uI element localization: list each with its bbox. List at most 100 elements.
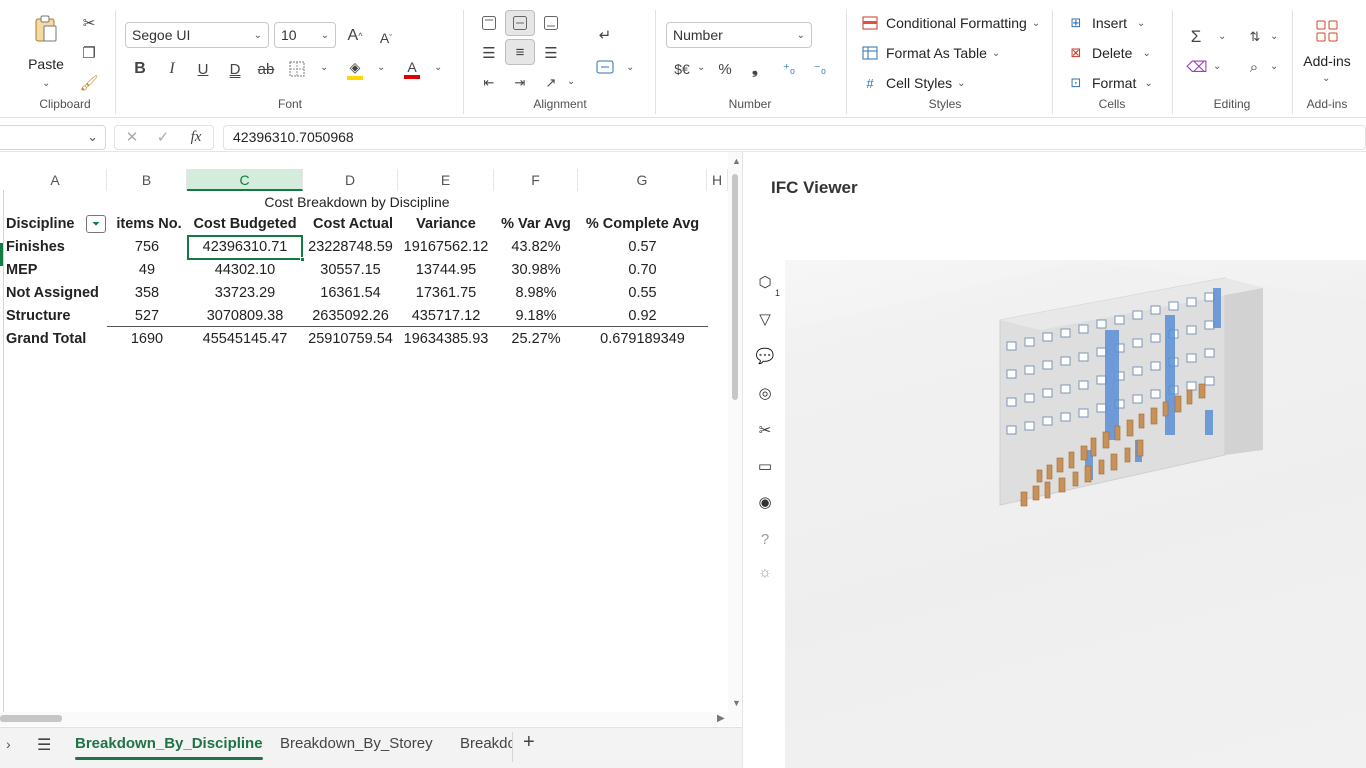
- column-header-b[interactable]: B: [107, 169, 187, 191]
- column-header-d[interactable]: D: [303, 169, 398, 191]
- column-header-g[interactable]: G: [578, 169, 707, 191]
- conditional-formatting-button[interactable]: Conditional Formatting ⌄: [861, 15, 1040, 31]
- tab-breakdown-by-storey[interactable]: Breakdown_By_Storey: [280, 735, 433, 752]
- number-format-combo[interactable]: Number ⌄: [666, 22, 812, 48]
- hscroll-thumb[interactable]: [0, 715, 62, 722]
- header-discipline[interactable]: Discipline: [6, 213, 75, 236]
- table-cell[interactable]: 0.70: [578, 259, 707, 282]
- header-cost-budgeted[interactable]: Cost Budgeted: [187, 213, 303, 236]
- column-header-a[interactable]: A: [4, 169, 107, 191]
- table-cell[interactable]: 1690: [107, 328, 187, 351]
- table-cell[interactable]: 30557.15: [303, 259, 398, 282]
- table-cell[interactable]: 756: [107, 236, 187, 259]
- name-box[interactable]: ⌄: [0, 125, 106, 150]
- column-header-c[interactable]: C: [187, 169, 303, 191]
- add-sheet-button[interactable]: +: [523, 731, 535, 754]
- table-cell[interactable]: 17361.75: [398, 282, 494, 305]
- scroll-thumb[interactable]: [732, 174, 738, 400]
- table-cell[interactable]: 19167562.12: [398, 236, 494, 259]
- insert-function-icon[interactable]: fx: [182, 127, 210, 147]
- table-cell[interactable]: 0.92: [578, 305, 707, 328]
- clear-icon[interactable]: ⌫: [1186, 56, 1208, 78]
- insert-button[interactable]: ⊞ Insert ⌄: [1067, 15, 1146, 31]
- align-bottom-icon[interactable]: [540, 12, 562, 34]
- format-painter-icon[interactable]: 🖌: [78, 72, 100, 94]
- chevron-down-icon[interactable]: ⌄: [567, 76, 575, 87]
- table-cell[interactable]: 13744.95: [398, 259, 494, 282]
- copy-icon[interactable]: ❐: [78, 42, 100, 64]
- header-items-no[interactable]: items No.: [107, 213, 191, 236]
- header-var-avg[interactable]: % Var Avg: [494, 213, 578, 236]
- column-header-f[interactable]: F: [494, 169, 578, 191]
- horizontal-scrollbar[interactable]: ▶: [0, 712, 742, 726]
- table-cell[interactable]: 30.98%: [494, 259, 578, 282]
- section-plane-icon[interactable]: ▭: [753, 454, 777, 478]
- increase-indent-icon[interactable]: ⇥: [509, 72, 531, 94]
- scroll-right-icon[interactable]: ▶: [717, 713, 725, 724]
- all-sheets-menu-icon[interactable]: ☰: [37, 735, 51, 755]
- table-cell[interactable]: 49: [107, 259, 187, 282]
- orientation-icon[interactable]: ↗: [540, 72, 562, 94]
- chevron-down-icon[interactable]: ⌄: [377, 62, 385, 73]
- help-icon[interactable]: ?: [753, 527, 777, 551]
- header-complete-avg[interactable]: % Complete Avg: [578, 213, 707, 236]
- cell-styles-button[interactable]: # Cell Styles ⌄: [861, 75, 965, 91]
- chevron-right-icon[interactable]: ›: [6, 736, 11, 752]
- percent-icon[interactable]: %: [714, 58, 736, 80]
- chevron-down-icon[interactable]: ⌄: [1213, 61, 1221, 72]
- bold-icon[interactable]: B: [129, 58, 151, 80]
- chevron-down-icon[interactable]: ⌄: [434, 62, 442, 73]
- render-mode-icon[interactable]: ◉: [753, 490, 777, 514]
- chevron-down-icon[interactable]: ⌄: [1218, 31, 1226, 42]
- table-cell[interactable]: 16361.54: [303, 282, 398, 305]
- decrease-indent-icon[interactable]: ⇤: [478, 72, 500, 94]
- decrease-decimal-icon[interactable]: ⁻₀: [809, 58, 831, 80]
- align-middle-icon[interactable]: [505, 10, 535, 36]
- comma-style-icon[interactable]: ❟: [744, 58, 766, 80]
- table-cell[interactable]: 0.55: [578, 282, 707, 305]
- tab-breakdown-truncated[interactable]: Breakdown: [460, 728, 512, 768]
- find-select-icon[interactable]: ⌕: [1243, 56, 1265, 78]
- viewer-canvas[interactable]: [785, 260, 1366, 768]
- table-cell[interactable]: 358: [107, 282, 187, 305]
- align-left-icon[interactable]: ☰: [478, 42, 500, 64]
- italic-icon[interactable]: I: [161, 58, 183, 80]
- chevron-down-icon[interactable]: ⌄: [626, 62, 634, 73]
- scissors-icon[interactable]: ✂: [753, 418, 777, 442]
- align-top-icon[interactable]: [478, 12, 500, 34]
- table-cell[interactable]: 43.82%: [494, 236, 578, 259]
- check-circle-icon[interactable]: ◎: [753, 381, 777, 405]
- borders-icon[interactable]: [286, 58, 308, 80]
- enter-icon[interactable]: ✓: [153, 127, 173, 147]
- delete-button[interactable]: ⊠ Delete ⌄: [1067, 45, 1151, 61]
- currency-icon[interactable]: $€: [670, 58, 694, 80]
- table-cell[interactable]: 25.27%: [494, 328, 578, 351]
- align-center-icon[interactable]: ≡: [505, 39, 535, 65]
- table-cell[interactable]: 527: [107, 305, 187, 328]
- increase-font-icon[interactable]: A ^: [343, 24, 367, 48]
- vertical-scrollbar[interactable]: ▲ ▼: [728, 152, 742, 712]
- wrap-text-icon[interactable]: ↵: [594, 24, 616, 46]
- scroll-down-icon[interactable]: ▼: [732, 698, 741, 708]
- format-as-table-button[interactable]: Format As Table ⌄: [861, 45, 1000, 61]
- font-color-icon[interactable]: A: [400, 56, 424, 82]
- building-model-3d[interactable]: [785, 260, 1366, 768]
- model-tree-icon[interactable]: ⬡ 1: [753, 270, 780, 298]
- filter-icon[interactable]: ▽: [753, 307, 777, 331]
- row-label-structure[interactable]: Structure: [6, 305, 70, 328]
- font-size-combo[interactable]: 10 ⌄: [274, 22, 336, 48]
- header-variance[interactable]: Variance: [398, 213, 494, 236]
- column-header-e[interactable]: E: [398, 169, 494, 191]
- table-cell[interactable]: 45545145.47: [187, 328, 303, 351]
- autosum-icon[interactable]: Σ: [1185, 26, 1207, 48]
- chevron-down-icon[interactable]: ⌄: [1270, 61, 1278, 72]
- table-cell[interactable]: 33723.29: [187, 282, 303, 305]
- merge-center-icon[interactable]: [594, 56, 616, 78]
- decrease-font-icon[interactable]: Aˇ: [374, 26, 398, 50]
- table-cell[interactable]: 0.57: [578, 236, 707, 259]
- chevron-down-icon[interactable]: ⌄: [1270, 31, 1278, 42]
- chevron-down-icon[interactable]: ⌄: [1322, 73, 1330, 84]
- cut-icon[interactable]: ✂: [78, 12, 100, 34]
- row-label-not-assigned[interactable]: Not Assigned: [6, 282, 99, 305]
- increase-decimal-icon[interactable]: ⁺₀: [778, 58, 800, 80]
